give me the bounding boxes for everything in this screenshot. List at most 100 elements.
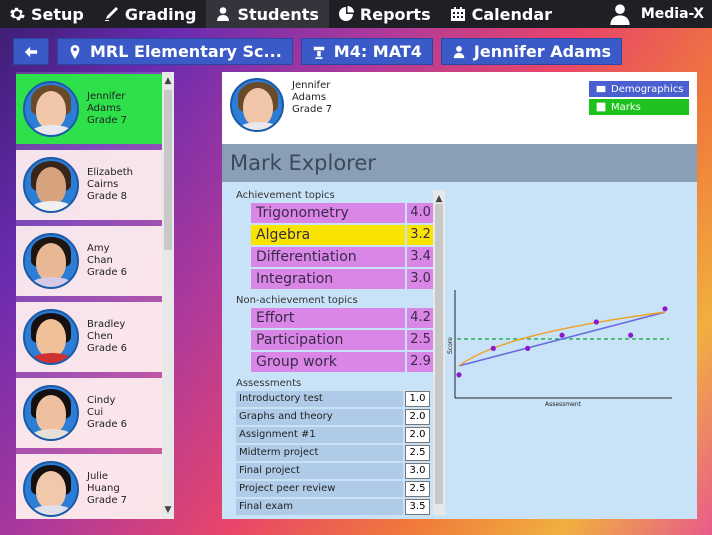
student-card-cindy-cui[interactable]: Cindy Cui Grade 6 <box>16 378 162 448</box>
nav-reports[interactable]: Reports <box>329 0 441 28</box>
breadcrumb: MRL Elementary Sc... M4: MAT4 Jennifer A… <box>13 38 623 65</box>
assessment-score-input[interactable]: 2.0 <box>405 427 430 443</box>
data-point-6[interactable] <box>628 332 634 338</box>
topic-score: 2.9 <box>407 352 434 372</box>
assessment-score-input[interactable]: 2.0 <box>405 409 430 425</box>
breadcrumb-school-label: MRL Elementary Sc... <box>90 42 282 61</box>
mark-explorer-title: Mark Explorer <box>222 144 697 182</box>
assessment-row[interactable]: Midterm project 2.5 <box>236 445 434 461</box>
selected-student-header: Jennifer Adams Grade 7 <box>230 78 332 132</box>
assessment-name: Midterm project <box>236 445 403 461</box>
topic-row[interactable]: Participation 2.5 <box>251 330 434 350</box>
topic-name: Integration <box>251 269 406 289</box>
avatar <box>230 78 284 132</box>
nav-reports-label: Reports <box>359 4 431 24</box>
student-name: Amy Chan Grade 6 <box>87 243 128 278</box>
topic-name: Differentiation <box>251 247 406 267</box>
student-card-jennifer-adams[interactable]: Jennifer Adams Grade 7 <box>16 74 162 144</box>
id-card-icon <box>596 85 606 93</box>
assessment-name: Assignment #1 <box>236 427 403 443</box>
topic-row[interactable]: Trigonometry 4.0 <box>251 203 434 223</box>
assessment-row[interactable]: Project peer review 2.5 <box>236 481 434 497</box>
assessment-name: Final project <box>236 463 403 479</box>
topic-row[interactable]: Effort 4.2 <box>251 308 434 328</box>
user-menu[interactable]: Media-X <box>609 0 704 28</box>
mark-explorer-body: Achievement topics Trigonometry 4.0 Algeb… <box>222 182 697 519</box>
student-list[interactable]: Jennifer Adams Grade 7 Elizabeth Cairns Grad… <box>16 72 174 519</box>
topic-row[interactable]: Differentiation 3.4 <box>251 247 434 267</box>
assessment-row[interactable]: Introductory test 1.0 <box>236 391 434 407</box>
chart-icon <box>596 102 606 112</box>
chevron-up-icon[interactable]: ▲ <box>163 76 173 86</box>
student-card-bradley-chen[interactable]: Bradley Chen Grade 6 <box>16 302 162 372</box>
nav-calendar[interactable]: Calendar <box>441 0 562 28</box>
data-point-5[interactable] <box>593 319 599 325</box>
chevron-up-icon[interactable]: ▲ <box>434 194 444 204</box>
data-point-3[interactable] <box>525 345 531 351</box>
demographics-label: Demographics <box>611 83 684 95</box>
assessments-label: Assessments <box>236 378 302 389</box>
demographics-button[interactable]: Demographics <box>589 81 689 97</box>
student-card-julie-huang[interactable]: Julie Huang Grade 7 <box>16 454 162 519</box>
assessment-score-input[interactable]: 2.5 <box>405 481 430 497</box>
topic-name: Trigonometry <box>251 203 406 223</box>
topic-name: Participation <box>251 330 406 350</box>
nav-setup-label: Setup <box>31 4 84 24</box>
lectern-icon <box>313 46 325 59</box>
breadcrumb-student-label: Jennifer Adams <box>473 42 612 61</box>
breadcrumb-student[interactable]: Jennifer Adams <box>440 38 623 65</box>
assessment-name: Graphs and theory <box>236 409 403 425</box>
topic-row-selected[interactable]: Algebra 3.2 <box>251 225 434 245</box>
y-axis-label: Score <box>447 337 454 354</box>
assessment-row[interactable]: Final exam 3.5 <box>236 499 434 515</box>
student-list-scrollbar[interactable]: ▲ ▼ <box>162 72 174 519</box>
calendar-icon <box>450 7 465 21</box>
topics-scrollbar[interactable]: ▲ <box>433 190 445 515</box>
gear-icon <box>10 7 25 21</box>
achievement-topics-label: Achievement topics <box>236 190 335 201</box>
data-point-7[interactable] <box>662 306 668 312</box>
student-card-elizabeth-cairns[interactable]: Elizabeth Cairns Grade 8 <box>16 150 162 220</box>
topic-row[interactable]: Integration 3.0 <box>251 269 434 289</box>
nav-students-label: Students <box>237 4 319 24</box>
student-card-amy-chan[interactable]: Amy Chan Grade 6 <box>16 226 162 296</box>
location-pin-icon <box>70 44 80 59</box>
nav-grading-label: Grading <box>124 4 197 24</box>
pie-icon <box>338 6 354 21</box>
breadcrumb-course[interactable]: M4: MAT4 <box>300 38 433 65</box>
student-name: Elizabeth Cairns Grade 8 <box>87 167 134 202</box>
nav-grading[interactable]: Grading <box>94 0 207 28</box>
assessment-row[interactable]: Final project 3.0 <box>236 463 434 479</box>
avatar <box>23 309 79 365</box>
assessment-row[interactable]: Graphs and theory 2.0 <box>236 409 434 425</box>
top-nav-bar: Setup Grading Students Reports Calendar … <box>0 0 712 28</box>
arrow-left-icon <box>24 46 38 57</box>
assessment-row[interactable]: Assignment #1 2.0 <box>236 427 434 443</box>
user-name: Media-X <box>640 6 704 22</box>
assessment-score-input[interactable]: 3.0 <box>405 463 430 479</box>
assessment-score-input[interactable]: 1.0 <box>405 391 430 407</box>
breadcrumb-school[interactable]: MRL Elementary Sc... <box>57 38 293 65</box>
topics-list[interactable]: Achievement topics Trigonometry 4.0 Algeb… <box>232 190 434 515</box>
assessment-name: Final exam <box>236 499 403 515</box>
topic-name: Algebra <box>251 225 406 245</box>
topic-row[interactable]: Group work 2.9 <box>251 352 434 372</box>
nav-students[interactable]: Students <box>206 0 329 28</box>
assessment-score-input[interactable]: 2.5 <box>405 445 430 461</box>
assessment-name: Project peer review <box>236 481 403 497</box>
back-button[interactable] <box>13 38 49 65</box>
scroll-thumb[interactable] <box>164 90 172 250</box>
avatar <box>23 157 79 213</box>
avatar <box>23 385 79 441</box>
data-point-4[interactable] <box>559 332 565 338</box>
marks-button[interactable]: Marks <box>589 99 689 115</box>
data-point-1[interactable] <box>456 372 462 378</box>
nav-setup[interactable]: Setup <box>0 0 94 28</box>
person-icon <box>453 45 465 58</box>
assessment-score-input[interactable]: 3.5 <box>405 499 430 515</box>
student-name: Jennifer Adams Grade 7 <box>87 91 128 126</box>
chevron-down-icon[interactable]: ▼ <box>163 505 173 515</box>
data-point-2[interactable] <box>490 345 496 351</box>
topic-name: Effort <box>251 308 406 328</box>
scroll-thumb[interactable] <box>435 204 443 504</box>
